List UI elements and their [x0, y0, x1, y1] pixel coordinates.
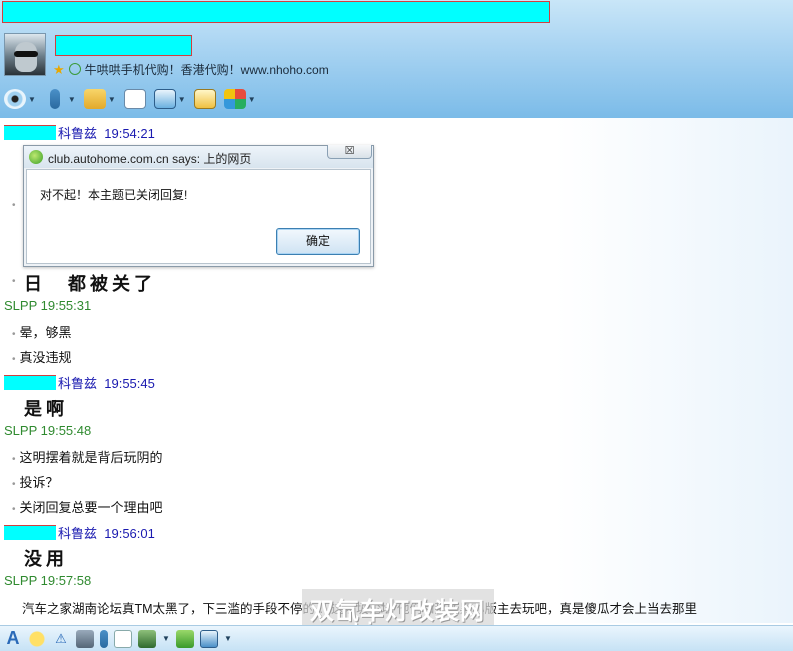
microphone-icon [49, 89, 60, 109]
share-screen-button[interactable] [193, 89, 216, 109]
voice-message-icon[interactable] [100, 629, 108, 648]
message-header: SLPP 19:55:31 [4, 298, 92, 313]
message-text: • 晕，够黑 [12, 325, 72, 340]
message-header: 科鲁兹 19:56:01 [4, 523, 155, 542]
video-clip-icon[interactable] [76, 629, 94, 648]
camera-icon [4, 89, 26, 109]
message-header: SLPP 19:55:48 [4, 423, 92, 438]
message-text: • 投诉？ [12, 475, 59, 490]
message-text: • 真没违规 [12, 350, 72, 365]
message-text: 是啊 [24, 399, 68, 420]
screenshot-icon[interactable] [200, 629, 218, 648]
message-header: 科鲁兹 19:55:45 [4, 373, 155, 392]
remote-desktop-button[interactable]: ▼ [153, 89, 186, 109]
font-icon[interactable]: A [4, 628, 22, 648]
send-file-button[interactable]: ▼ [83, 89, 116, 109]
apps-button[interactable]: ▼ [223, 89, 256, 109]
status-icon [68, 63, 81, 75]
dialog-close-button[interactable]: ☒ [327, 145, 372, 159]
dialog-title: club.autohome.com.cn says: 上的网页 [48, 152, 252, 166]
dialog-message: 对不起！本主题已关闭回复! [40, 188, 188, 202]
share-icon [193, 89, 216, 109]
redacted-title [2, 1, 550, 23]
signature-row: ★ 牛哄哄手机代购！香港代购！www.nhoho.com [53, 61, 329, 77]
window-header: ★ 牛哄哄手机代购！香港代购！www.nhoho.com ▼ ▼ ▼ ▼ ▼ [0, 0, 793, 118]
redacted-contact-name [55, 35, 192, 56]
screenshot-dropdown-icon[interactable]: ▼ [224, 634, 232, 643]
shake-icon[interactable]: ⚠ [52, 630, 70, 648]
message-text: • 关闭回复总要一个理由吧 [12, 500, 163, 515]
edit-icon[interactable] [114, 629, 132, 648]
apps-grid-icon [223, 89, 246, 109]
dialog-body: 对不起！本主题已关闭回复! 确定 [26, 169, 371, 264]
message-text: • 这明摆着就是背后玩阴的 [12, 450, 163, 465]
app-icon[interactable] [176, 629, 194, 648]
message-header: SLPP 19:57:58 [4, 573, 92, 588]
image-dropdown-icon[interactable]: ▼ [162, 634, 170, 643]
video-call-button[interactable]: ▼ [4, 89, 36, 109]
signature-text: 牛哄哄手机代购！香港代购！www.nhoho.com [84, 62, 329, 77]
note-icon [123, 89, 146, 109]
input-toolbar: A ⚠ ▼ ▼ [0, 625, 793, 651]
image-icon[interactable] [138, 629, 156, 648]
chat-toolbar: ▼ ▼ ▼ ▼ ▼ [4, 86, 264, 112]
message-text: 日 都被关了 [24, 274, 156, 295]
add-note-button[interactable] [123, 89, 146, 109]
browser-icon [29, 150, 43, 164]
emoji-icon[interactable] [28, 629, 46, 648]
message-header: 科鲁兹 19:54:21 [4, 123, 155, 142]
avatar[interactable] [4, 33, 46, 76]
monitor-icon [153, 89, 176, 109]
message-text: 没用 [24, 549, 68, 570]
voice-call-button[interactable]: ▼ [44, 89, 76, 109]
ok-button[interactable]: 确定 [276, 228, 360, 255]
star-icon: ★ [53, 61, 65, 77]
folder-icon [83, 89, 106, 109]
dialog-title-bar[interactable]: club.autohome.com.cn says: 上的网页 ☒ [24, 145, 373, 168]
alert-dialog: club.autohome.com.cn says: 上的网页 ☒ 对不起！本主… [23, 145, 374, 267]
